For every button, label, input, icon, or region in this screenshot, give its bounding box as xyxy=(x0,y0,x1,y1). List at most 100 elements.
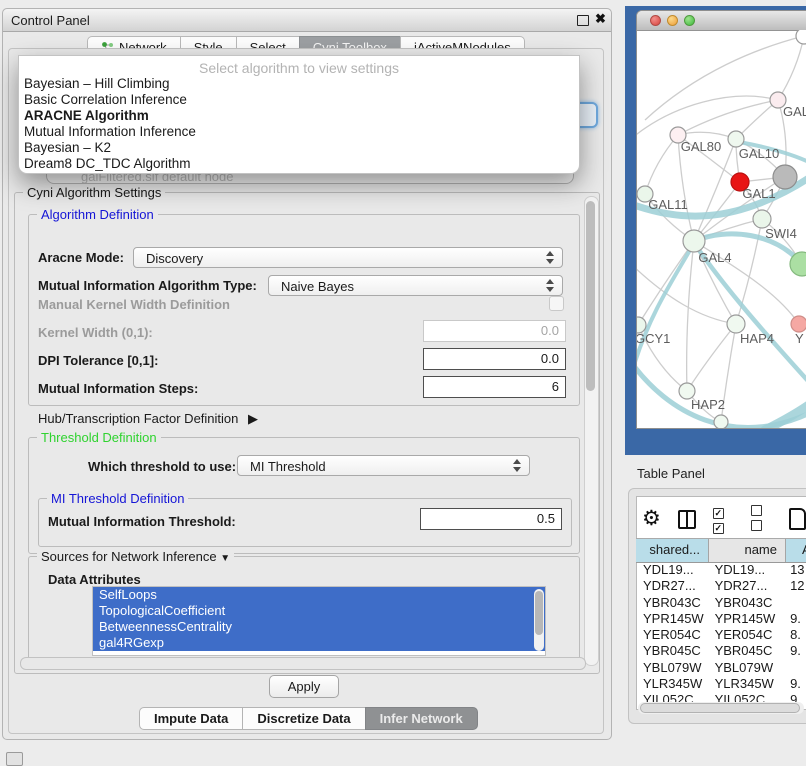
column-header[interactable]: shared... xyxy=(636,539,709,562)
scrollbar-thumb[interactable] xyxy=(586,201,595,391)
table-row[interactable]: YDL19...YDL19...13 xyxy=(636,562,806,578)
table-cell: 9. xyxy=(783,676,806,692)
network-node-gal4[interactable] xyxy=(683,230,705,252)
table-cell xyxy=(783,660,806,676)
table-row[interactable]: YLR345WYLR345W9. xyxy=(636,676,806,692)
minimize-traffic-light-icon[interactable] xyxy=(667,15,678,26)
table-horizontal-scrollbar[interactable] xyxy=(638,702,804,714)
table-cell: YDL19... xyxy=(636,562,708,578)
network-edge[interactable] xyxy=(678,132,736,139)
algorithm-dropdown-placeholder: Select algorithm to view settings xyxy=(19,56,579,76)
node-label: GAL4 xyxy=(698,250,731,265)
table-body: YDL19...YDL19...13YDR27...YDR27...12YBR0… xyxy=(636,562,806,708)
kernel-width-field[interactable]: 0.0 xyxy=(423,320,566,342)
column-header[interactable]: name xyxy=(709,539,786,562)
network-edge[interactable] xyxy=(778,36,804,100)
hide-columns-icon[interactable] xyxy=(751,504,772,534)
network-node[interactable] xyxy=(773,165,797,189)
app-root: { "control_panel": { "title": "Control P… xyxy=(0,0,806,762)
list-scrollbar[interactable] xyxy=(534,589,544,651)
node-label: GAL80 xyxy=(681,139,721,154)
which-threshold-select[interactable]: MI Threshold xyxy=(237,455,530,476)
manual-kernel-width-label: Manual Kernel Width Definition xyxy=(38,297,230,312)
network-edge[interactable] xyxy=(645,135,678,194)
algorithm-option[interactable]: Bayesian – K2 xyxy=(19,140,579,156)
control-panel-titlebar: Control Panel ✖ xyxy=(3,9,611,32)
algorithm-option[interactable]: ARACNE Algorithm xyxy=(19,108,579,124)
settings-horizontal-scrollbar[interactable] xyxy=(20,657,586,670)
mi-steps-field[interactable]: 6 xyxy=(423,376,566,398)
close-traffic-light-icon[interactable] xyxy=(650,15,661,26)
algorithm-definition-title: Algorithm Definition xyxy=(37,207,158,222)
sources-group-title[interactable]: Sources for Network Inference ▼ xyxy=(37,549,234,564)
network-window-titlebar xyxy=(637,11,806,31)
table-row[interactable]: YBL079WYBL079W xyxy=(636,660,806,676)
split-columns-icon[interactable] xyxy=(678,510,696,529)
attribute-item[interactable]: BetweennessCentrality xyxy=(93,619,545,635)
attribute-item[interactable]: gal4RGexp xyxy=(93,635,545,651)
bottom-tab-discretize-data[interactable]: Discretize Data xyxy=(242,707,365,730)
mi-algorithm-type-value: Naive Bayes xyxy=(281,279,354,294)
bottom-tab-impute-data[interactable]: Impute Data xyxy=(139,707,243,730)
table-cell: 13 xyxy=(783,562,806,578)
mi-algorithm-type-select[interactable]: Naive Bayes xyxy=(268,275,563,296)
kernel-width-label: Kernel Width (0,1): xyxy=(38,325,153,340)
algorithm-dropdown-items: Bayesian – Hill ClimbingBasic Correlatio… xyxy=(19,76,579,172)
column-header[interactable]: A xyxy=(786,539,806,562)
node-label: SWI4 xyxy=(765,226,797,241)
float-window-icon[interactable] xyxy=(577,15,589,26)
mi-steps-label: Mutual Information Steps: xyxy=(38,381,198,396)
node-label: GAL1 xyxy=(742,186,775,201)
network-node[interactable] xyxy=(796,30,806,44)
table-row[interactable]: YER054CYER054C8. xyxy=(636,627,806,643)
table-cell: 12 xyxy=(783,578,806,594)
table-cell: YBR045C xyxy=(708,643,783,659)
threshold-definition-title: Threshold Definition xyxy=(37,430,161,445)
algorithm-option[interactable]: Bayesian – Hill Climbing xyxy=(19,76,579,92)
mi-algorithm-type-label: Mutual Information Algorithm Type: xyxy=(38,278,257,293)
scrollbar-thumb[interactable] xyxy=(535,591,543,635)
table-toolbar: ⚙ ✓ ✓ xyxy=(642,502,806,536)
table-row[interactable]: YBR045CYBR045C9. xyxy=(636,643,806,659)
hub-section-header[interactable]: Hub/Transcription Factor Definition ▶ xyxy=(38,411,258,427)
table-row[interactable]: YDR27...YDR27...12 xyxy=(636,578,806,594)
gear-icon[interactable]: ⚙ xyxy=(642,509,661,529)
scrollbar-thumb[interactable] xyxy=(640,703,800,713)
network-edge-thick[interactable] xyxy=(765,402,806,428)
network-edge[interactable] xyxy=(687,241,694,391)
attribute-item[interactable]: TopologicalCoefficient xyxy=(93,603,545,619)
settings-group-title: Cyni Algorithm Settings xyxy=(23,185,165,200)
dpi-tolerance-field[interactable]: 0.0 xyxy=(423,348,566,370)
aracne-mode-value: Discovery xyxy=(146,251,203,266)
network-edge[interactable] xyxy=(687,324,736,391)
table-row[interactable]: YBR043CYBR043C xyxy=(636,595,806,611)
node-label: HAP4 xyxy=(740,331,774,346)
zoom-traffic-light-icon[interactable] xyxy=(684,15,695,26)
stepper-arrows-icon xyxy=(513,459,521,472)
mi-threshold-field[interactable]: 0.5 xyxy=(420,508,562,530)
panel-corner-icon[interactable] xyxy=(6,752,23,766)
attribute-item[interactable]: SelfLoops xyxy=(93,587,545,603)
table-cell: YPR145W xyxy=(708,611,783,627)
algorithm-option[interactable]: Mutual Information Inference xyxy=(19,124,579,140)
settings-vertical-scrollbar[interactable] xyxy=(584,196,599,666)
manual-kernel-width-checkbox[interactable] xyxy=(549,296,564,311)
close-icon[interactable]: ✖ xyxy=(595,11,606,27)
table-row[interactable]: YPR145WYPR145W9. xyxy=(636,611,806,627)
network-edge[interactable] xyxy=(637,96,778,138)
table-cell: YPR145W xyxy=(636,611,708,627)
network-node-y[interactable] xyxy=(791,316,806,332)
network-node-gal10[interactable] xyxy=(728,131,744,147)
show-columns-icon[interactable]: ✓ ✓ xyxy=(713,504,734,534)
data-attributes-list[interactable]: SelfLoopsTopologicalCoefficientBetweenne… xyxy=(92,586,546,656)
aracne-mode-select[interactable]: Discovery xyxy=(133,247,563,268)
algorithm-option[interactable]: Basic Correlation Inference xyxy=(19,92,579,108)
apply-button[interactable]: Apply xyxy=(269,675,339,698)
algorithm-option[interactable]: Dream8 DC_TDC Algorithm xyxy=(19,156,579,172)
network-node[interactable] xyxy=(714,415,728,428)
bottom-tab-infer-network[interactable]: Infer Network xyxy=(365,707,478,730)
table-cell: YDR27... xyxy=(636,578,708,594)
table-cell: YLR345W xyxy=(636,676,708,692)
export-table-icon[interactable] xyxy=(789,508,806,530)
network-canvas[interactable]: GALGAL80GAL10GAL1GAL11SWI4GAL4GCY1HAP4YH… xyxy=(637,30,806,428)
